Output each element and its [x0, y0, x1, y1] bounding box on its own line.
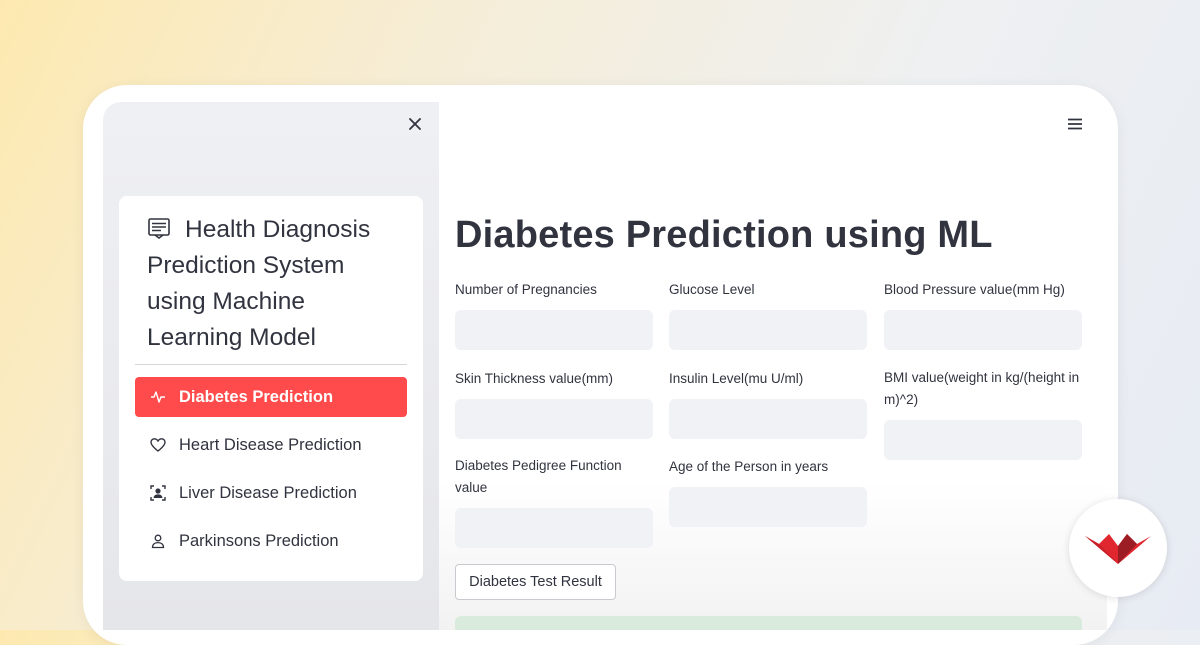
result-message-box: [455, 616, 1082, 630]
menu-title-text: Health Diagnosis Prediction System using…: [147, 216, 371, 351]
glucose-input[interactable]: [669, 310, 867, 350]
pedigree-function-label: Diabetes Pedigree Function value: [455, 458, 622, 495]
person-icon: [150, 533, 166, 549]
nav-item-liver-disease-prediction[interactable]: Liver Disease Prediction: [135, 473, 407, 513]
hamburger-icon: [1068, 118, 1082, 130]
heart-icon: [150, 437, 166, 453]
nav-item-label: Diabetes Prediction: [179, 387, 334, 406]
nav-item-label: Liver Disease Prediction: [179, 483, 357, 502]
menu-divider: [135, 364, 407, 365]
nav-item-heart-disease-prediction[interactable]: Heart Disease Prediction: [135, 425, 407, 465]
age-input[interactable]: [669, 487, 867, 527]
bmi-label: BMI value(weight in kg/(height in m)^2): [884, 370, 1080, 407]
main-content: Diabetes Prediction using ML Number of P…: [439, 102, 1107, 630]
age-label: Age of the Person in years: [669, 459, 829, 474]
diabetes-test-result-button[interactable]: Diabetes Test Result: [455, 564, 616, 600]
insulin-label: Insulin Level(mu U/ml): [669, 371, 804, 386]
pregnancies-input[interactable]: [455, 310, 653, 350]
menu-title: Health Diagnosis Prediction System using…: [147, 212, 407, 356]
pedigree-function-input[interactable]: [455, 508, 653, 548]
streamlit-badge[interactable]: [1069, 499, 1167, 597]
nav-item-parkinsons-prediction[interactable]: Parkinsons Prediction: [135, 521, 407, 561]
activity-icon: [150, 389, 166, 405]
app-window: Health Diagnosis Prediction System using…: [103, 102, 1107, 630]
blood-pressure-input[interactable]: [884, 310, 1082, 350]
insulin-input[interactable]: [669, 399, 867, 439]
option-menu: Health Diagnosis Prediction System using…: [119, 196, 423, 581]
main-menu-button[interactable]: [1065, 114, 1085, 134]
pregnancies-label: Number of Pregnancies: [455, 282, 597, 297]
blood-pressure-label: Blood Pressure value(mm Hg): [884, 282, 1065, 297]
streamlit-logo-icon: [1085, 534, 1151, 564]
person-badge-icon: [150, 485, 166, 501]
nav-item-label: Heart Disease Prediction: [179, 435, 362, 454]
skin-thickness-label: Skin Thickness value(mm): [455, 371, 614, 386]
list-document-icon: [148, 218, 170, 239]
page-title: Diabetes Prediction using ML: [455, 214, 993, 256]
close-sidebar-button[interactable]: [405, 114, 425, 134]
sidebar: Health Diagnosis Prediction System using…: [103, 102, 439, 630]
bmi-input[interactable]: [884, 420, 1082, 460]
nav-item-diabetes-prediction[interactable]: Diabetes Prediction: [135, 377, 407, 417]
glucose-label: Glucose Level: [669, 282, 755, 297]
close-icon: [409, 118, 421, 130]
nav-item-label: Parkinsons Prediction: [179, 531, 339, 550]
skin-thickness-input[interactable]: [455, 399, 653, 439]
